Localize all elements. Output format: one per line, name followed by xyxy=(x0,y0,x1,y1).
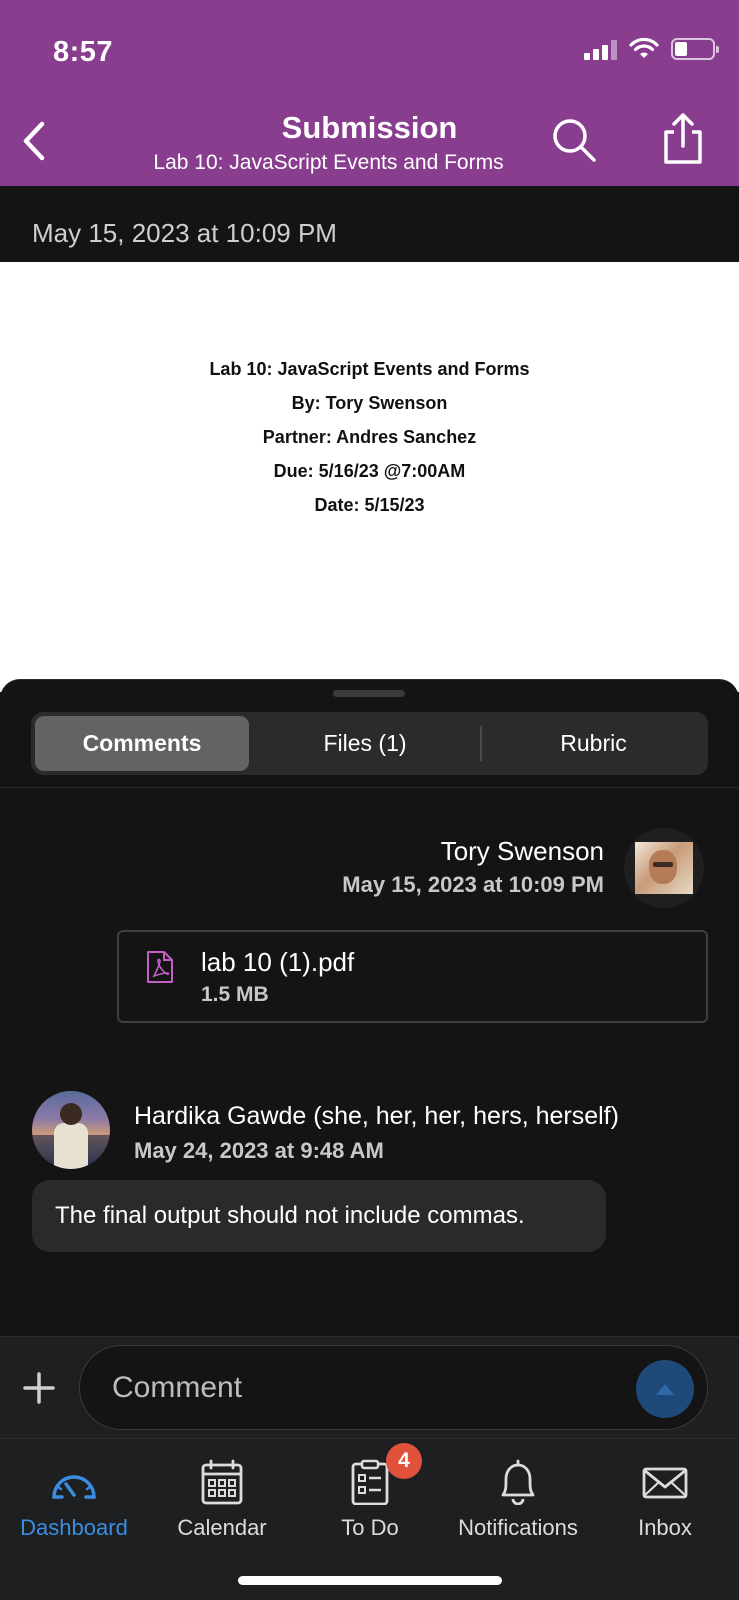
tab-comments[interactable]: Comments xyxy=(35,716,249,771)
header: 8:57 Submission Lab 10: JavaScript Event… xyxy=(0,0,739,186)
tab-notifications[interactable]: Notifications xyxy=(444,1451,592,1551)
attachment-size: 1.5 MB xyxy=(201,983,269,1006)
comments-sheet: Comments Files (1) Rubric Tory Swenson M… xyxy=(0,679,739,1439)
tab-todo[interactable]: To Do xyxy=(296,1451,444,1551)
document-due: Due: 5/16/23 @7:00AM xyxy=(273,461,466,481)
attachment-name: lab 10 (1).pdf xyxy=(201,947,355,977)
calendar-icon xyxy=(201,1459,243,1505)
divider xyxy=(0,787,739,788)
comment-field xyxy=(79,1345,708,1430)
document-author: By: Tory Swenson xyxy=(291,393,448,413)
comment-date: May 24, 2023 at 9:48 AM xyxy=(134,1138,384,1163)
status-icons xyxy=(584,38,719,60)
segmented-tabs: Comments Files (1) Rubric xyxy=(31,712,708,775)
bell-icon xyxy=(501,1459,535,1505)
battery-icon xyxy=(671,38,719,60)
comment-input[interactable] xyxy=(112,1366,612,1410)
plus-icon xyxy=(23,1372,55,1404)
home-indicator xyxy=(238,1576,502,1585)
tab-divider xyxy=(480,726,482,761)
tab-label: Calendar xyxy=(177,1515,267,1540)
document-partner: Partner: Andres Sanchez xyxy=(262,427,477,447)
pdf-icon xyxy=(147,951,173,983)
submission-date: May 15, 2023 at 10:09 PM xyxy=(32,218,337,248)
status-time: 8:57 xyxy=(53,36,114,68)
tab-calendar[interactable]: Calendar xyxy=(148,1451,296,1551)
avatar[interactable] xyxy=(32,1091,110,1169)
share-button[interactable] xyxy=(660,112,706,166)
tab-label: Dashboard xyxy=(20,1515,128,1540)
share-icon xyxy=(664,113,702,164)
sheet-grabber[interactable] xyxy=(333,690,405,697)
comment-author: Hardika Gawde (she, her, her, hers, hers… xyxy=(134,1102,619,1130)
send-button[interactable] xyxy=(636,1360,694,1418)
tab-dashboard[interactable]: Dashboard xyxy=(0,1451,148,1551)
dashboard-gauge-icon xyxy=(52,1475,96,1499)
avatar[interactable] xyxy=(624,828,704,908)
send-arrow-icon xyxy=(656,1384,674,1395)
tab-rubric[interactable]: Rubric xyxy=(483,716,704,771)
tab-label: Notifications xyxy=(458,1515,578,1540)
wifi-icon xyxy=(629,38,659,58)
submission-date-bar: May 15, 2023 at 10:09 PM xyxy=(0,186,739,262)
document-title: Lab 10: JavaScript Events and Forms xyxy=(209,359,530,379)
tab-inbox[interactable]: Inbox xyxy=(591,1451,739,1551)
add-attachment-button[interactable] xyxy=(20,1369,58,1407)
comment-author: Tory Swenson xyxy=(440,836,604,866)
comment-date: May 15, 2023 at 10:09 PM xyxy=(342,872,604,897)
comment-composer xyxy=(0,1336,739,1438)
document-date: Date: 5/15/23 xyxy=(314,495,425,515)
tab-files[interactable]: Files (1) xyxy=(253,716,477,771)
attachment-card[interactable]: lab 10 (1).pdf 1.5 MB xyxy=(117,930,708,1023)
tab-label: To Do xyxy=(341,1515,399,1540)
search-button[interactable] xyxy=(551,117,597,163)
envelope-icon xyxy=(642,1467,688,1499)
page-title: Submission xyxy=(281,110,458,145)
todo-count-badge: 4 xyxy=(386,1443,422,1479)
comment-message: The final output should not include comm… xyxy=(55,1202,525,1229)
tab-label: Inbox xyxy=(638,1515,692,1540)
search-icon xyxy=(553,119,596,162)
comment-bubble: The final output should not include comm… xyxy=(32,1180,606,1252)
document-text: Lab 10: JavaScript Events and Forms By: … xyxy=(0,352,739,522)
cellular-signal-icon xyxy=(584,38,617,60)
document-preview[interactable]: Lab 10: JavaScript Events and Forms By: … xyxy=(0,262,739,692)
